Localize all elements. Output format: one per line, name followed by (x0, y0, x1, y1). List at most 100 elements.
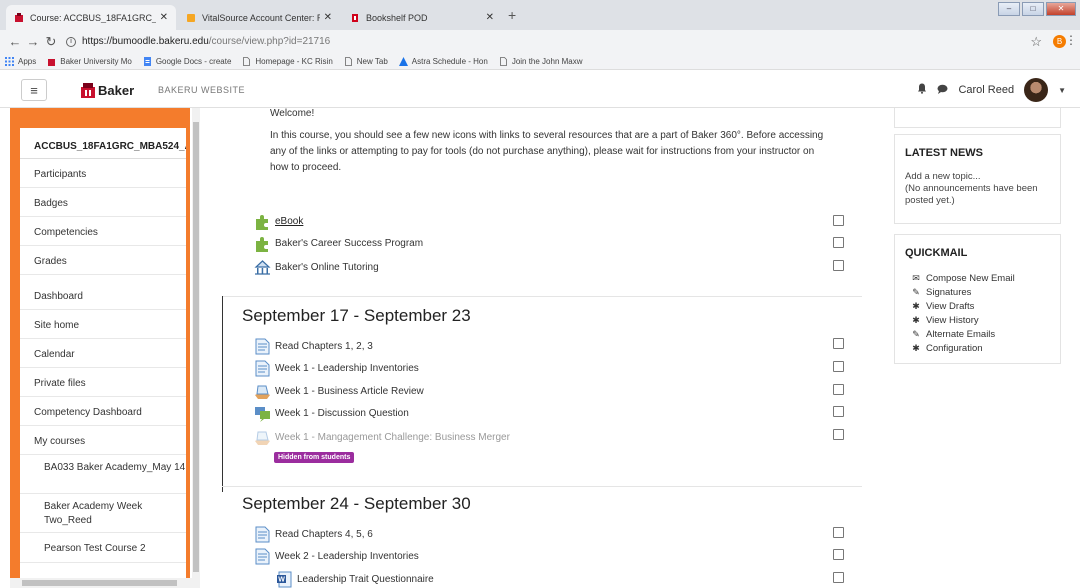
user-avatar[interactable] (1024, 78, 1049, 102)
completion-checkbox[interactable] (833, 527, 844, 538)
course-title-link[interactable]: ACCBUS_18FA1GRC_MBA524_AC (20, 128, 186, 159)
browser-menu-icon[interactable]: ⋮ (1065, 33, 1077, 47)
drawer-scrollbar[interactable] (192, 108, 200, 578)
activity-online-tutoring[interactable]: Baker's Online Tutoring (254, 257, 379, 277)
activity-link[interactable]: Read Chapters 1, 2, 3 (275, 341, 373, 352)
bookmark-star-icon[interactable]: ☆ (1030, 34, 1042, 50)
close-icon[interactable]: ✕ (160, 12, 168, 23)
drawer-item-my-courses[interactable]: My courses (20, 426, 186, 455)
drawer-course-academy-week-two[interactable]: Baker Academy Week Two_Reed (20, 494, 186, 533)
bookmark-google-docs[interactable]: Google Docs - create (143, 56, 231, 66)
completion-checkbox[interactable] (833, 260, 844, 271)
quickmail-view-drafts[interactable]: ✱ View Drafts (911, 299, 1015, 313)
bookmark-astra[interactable]: Astra Schedule - Hon (398, 56, 488, 66)
completion-checkbox[interactable] (833, 572, 844, 583)
activity-link[interactable]: Week 1 - Mangagement Challenge: Business… (275, 432, 510, 443)
quickmail-label[interactable]: Alternate Emails (926, 329, 995, 340)
quickmail-signatures[interactable]: ✎ Signatures (911, 285, 1015, 299)
close-icon[interactable]: ✕ (324, 12, 332, 23)
activity-leadership-trait-questionnaire[interactable]: W Leadership Trait Questionnaire (276, 569, 434, 588)
tab-vitalsource[interactable]: VitalSource Account Center: Res ✕ (178, 5, 340, 30)
tab-course[interactable]: Course: ACCBUS_18FA1GRC_MB/ ✕ (6, 5, 176, 30)
menu-toggle-button[interactable]: ≡ (21, 79, 47, 101)
activity-link[interactable]: Week 2 - Leadership Inventories (275, 551, 419, 562)
url-field[interactable]: i https://bumoodle.bakeru.edu/course/vie… (66, 36, 330, 47)
block-title: QUICKMAIL (905, 247, 968, 259)
drawer-item-participants[interactable]: Participants (20, 159, 186, 188)
bakeru-website-link[interactable]: BAKERU WEBSITE (158, 85, 245, 95)
activity-ebook[interactable]: eBook (254, 211, 303, 231)
info-icon[interactable]: i (66, 36, 76, 47)
activity-week1-leadership-inventories[interactable]: Week 1 - Leadership Inventories (254, 358, 419, 378)
activity-link[interactable]: Week 1 - Leadership Inventories (275, 363, 419, 374)
minimize-icon[interactable]: – (998, 2, 1020, 16)
drawer-item-competencies[interactable]: Competencies (20, 217, 186, 246)
tab-bookshelf[interactable]: Bookshelf POD ✕ (342, 5, 502, 30)
chevron-down-icon[interactable]: ▼ (1058, 86, 1066, 95)
bookmark-kc-rising[interactable]: Homepage - KC Risin (242, 57, 333, 66)
drawer-course-pearson[interactable]: Pearson Test Course 2 (20, 533, 186, 563)
forward-arrow-icon[interactable]: → (24, 34, 42, 49)
activity-career-success[interactable]: Baker's Career Success Program (254, 233, 423, 253)
drawer-item-competency-dashboard[interactable]: Competency Dashboard (20, 397, 186, 426)
activity-link[interactable]: Week 1 - Discussion Question (275, 408, 409, 419)
assignment-icon (254, 383, 271, 400)
completion-checkbox[interactable] (833, 384, 844, 395)
completion-checkbox[interactable] (833, 237, 844, 248)
add-new-topic-link[interactable]: Add a new topic... (905, 171, 981, 183)
back-arrow-icon[interactable]: ← (6, 34, 24, 49)
bookmark-baker[interactable]: Baker University Mo (47, 57, 132, 66)
quickmail-configuration[interactable]: ✱ Configuration (911, 341, 1015, 355)
activity-week2-leadership-inventories[interactable]: Week 2 - Leadership Inventories (254, 546, 419, 566)
completion-checkbox[interactable] (833, 215, 844, 226)
drawer-item-private-files[interactable]: Private files (20, 368, 186, 397)
brand-name[interactable]: Baker (98, 83, 134, 98)
scrollbar-thumb[interactable] (22, 580, 177, 586)
quickmail-view-history[interactable]: ✱ View History (911, 313, 1015, 327)
quickmail-alternate-emails[interactable]: ✎ Alternate Emails (911, 327, 1015, 341)
activity-link[interactable]: Read Chapters 4, 5, 6 (275, 529, 373, 540)
completion-checkbox[interactable] (833, 361, 844, 372)
quickmail-compose[interactable]: ✉ Compose New Email (911, 271, 1015, 285)
drawer-item-badges[interactable]: Badges (20, 188, 186, 217)
activity-read-chapters-1-2-3[interactable]: Read Chapters 1, 2, 3 (254, 336, 373, 356)
completion-checkbox[interactable] (833, 406, 844, 417)
scrollbar-thumb[interactable] (193, 122, 199, 572)
reload-icon[interactable]: ↻ (42, 34, 60, 50)
new-tab-button[interactable]: + (508, 7, 516, 23)
drawer-horizontal-scrollbar[interactable] (10, 578, 200, 588)
bell-icon[interactable] (917, 83, 927, 97)
activity-link[interactable]: Baker's Career Success Program (275, 238, 423, 249)
quickmail-label[interactable]: View History (926, 315, 979, 326)
user-name[interactable]: Carol Reed (958, 84, 1014, 96)
drawer-item-grades[interactable]: Grades (20, 246, 186, 275)
completion-checkbox[interactable] (833, 429, 844, 440)
activity-link[interactable]: eBook (275, 216, 303, 227)
completion-checkbox[interactable] (833, 338, 844, 349)
bookmark-new-tab[interactable]: New Tab (344, 57, 388, 66)
drawer-item-site-home[interactable]: Site home (20, 310, 186, 339)
message-icon[interactable] (937, 84, 948, 97)
drawer-course-ba033[interactable]: BA033 Baker Academy_May 14 (20, 455, 186, 494)
activity-link[interactable]: Baker's Online Tutoring (275, 262, 379, 273)
close-icon[interactable]: ✕ (486, 12, 494, 23)
activity-week1-article-review[interactable]: Week 1 - Business Article Review (254, 381, 424, 401)
activity-link[interactable]: Leadership Trait Questionnaire (297, 574, 434, 585)
window-close-icon[interactable]: ✕ (1046, 2, 1076, 16)
maximize-icon[interactable]: □ (1022, 2, 1044, 16)
quickmail-label[interactable]: Signatures (926, 287, 971, 298)
bookmark-john-maxwell[interactable]: Join the John Maxw (499, 57, 583, 66)
activity-week1-discussion[interactable]: Week 1 - Discussion Question (254, 403, 409, 423)
activity-link[interactable]: Week 1 - Business Article Review (275, 386, 424, 397)
quickmail-label[interactable]: Compose New Email (926, 273, 1015, 284)
quickmail-label[interactable]: Configuration (926, 343, 983, 354)
quickmail-list: ✉ Compose New Email ✎ Signatures ✱ View Dra… (911, 271, 1015, 355)
activity-week1-management-challenge[interactable]: Week 1 - Mangagement Challenge: Business… (254, 427, 510, 447)
user-area: Carol Reed ▼ (917, 78, 1066, 102)
completion-checkbox[interactable] (833, 549, 844, 560)
drawer-item-calendar[interactable]: Calendar (20, 339, 186, 368)
drawer-item-dashboard[interactable]: Dashboard (20, 281, 186, 310)
activity-read-chapters-4-5-6[interactable]: Read Chapters 4, 5, 6 (254, 524, 373, 544)
quickmail-label[interactable]: View Drafts (926, 301, 974, 312)
bookmark-apps[interactable]: Apps (5, 56, 36, 66)
